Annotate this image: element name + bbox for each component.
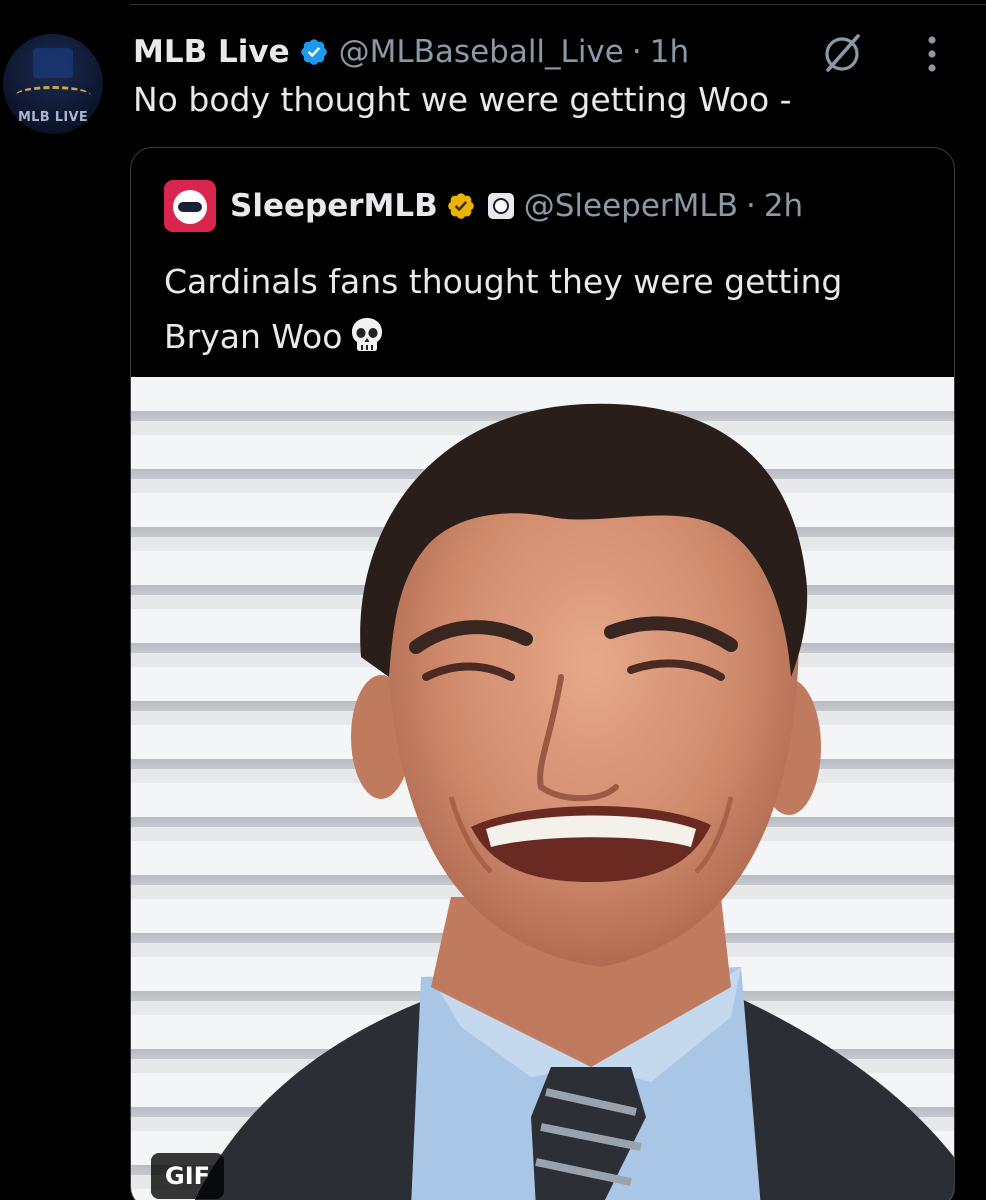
verified-badge-icon[interactable] [299, 37, 329, 67]
tweet-time[interactable]: 1h [650, 34, 689, 70]
quoted-tweet-header: SleeperMLB @SleeperMLB · 2h [164, 180, 803, 232]
separator-dot: · [745, 188, 756, 224]
quoted-author-name[interactable]: SleeperMLB [230, 188, 438, 224]
quoted-tweet-text: Cardinals fans thought they were getting… [164, 254, 924, 364]
quoted-tweet[interactable]: SleeperMLB @SleeperMLB · 2h Cardinals fa… [130, 147, 955, 1200]
affiliate-badge-icon[interactable] [487, 193, 514, 219]
author-name[interactable]: MLB Live [133, 34, 290, 70]
avatar[interactable]: MLB LIVE [3, 34, 103, 134]
separator-dot: · [631, 34, 642, 70]
sleeper-visor [178, 202, 202, 212]
quoted-tweet-time[interactable]: 2h [764, 188, 803, 224]
gif-badge[interactable]: GIF [151, 1153, 225, 1199]
grok-icon[interactable] [818, 28, 866, 76]
affiliate-face [492, 198, 509, 214]
avatar-label: MLB LIVE [17, 110, 89, 125]
tweet-header: MLB Live @MLBaseball_Live · 1h [133, 28, 689, 76]
tweet-page: MLB LIVE MLB Live @MLBaseball_Live · 1h … [0, 0, 986, 1200]
gif-media[interactable]: GIF [131, 377, 954, 1200]
quoted-text-content: Cardinals fans thought they were getting… [164, 262, 843, 356]
skull-emoji-icon [352, 318, 383, 351]
verified-gold-icon[interactable] [446, 191, 476, 221]
baseball-stitch-icon [15, 86, 91, 105]
quoted-author-handle[interactable]: @SleeperMLB [524, 188, 738, 224]
divider [130, 4, 986, 5]
tweet-text: No body thought we were getting Woo - [133, 80, 792, 119]
sleeper-avatar[interactable] [164, 180, 216, 232]
mlb-logo-icon [33, 48, 73, 78]
more-options-icon[interactable] [922, 34, 942, 74]
author-handle[interactable]: @MLBaseball_Live [339, 34, 624, 70]
grimacing-man-illustration [194, 403, 954, 1200]
